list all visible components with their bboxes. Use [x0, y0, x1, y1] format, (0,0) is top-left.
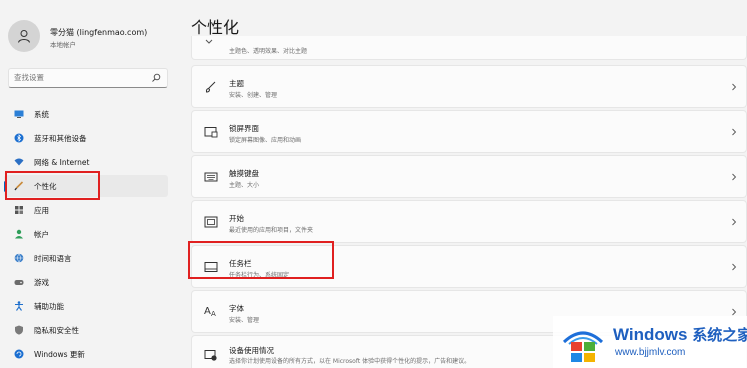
brush-icon	[14, 181, 24, 191]
sidebar-item-network[interactable]: 网络 & Internet	[4, 151, 168, 173]
page-title: 个性化	[191, 18, 240, 37]
card-title: 触摸键盘	[229, 169, 259, 178]
sidebar-item-bluetooth[interactable]: 蓝牙和其他设备	[4, 127, 168, 149]
card-title: 字体	[229, 304, 244, 313]
watermark-title-cn: 系统之家	[692, 327, 747, 344]
search-icon[interactable]	[151, 73, 161, 83]
avatar[interactable]	[8, 20, 40, 52]
update-icon	[14, 349, 24, 359]
sidebar-item-label: 系统	[34, 110, 49, 119]
card-subtitle: 安装、管理	[229, 317, 260, 324]
globe-icon	[14, 253, 24, 263]
chevron-right-icon	[732, 263, 737, 271]
card-title: 锁屏界面	[229, 124, 259, 133]
sidebar-item-personalization[interactable]: 个性化	[4, 175, 168, 197]
user-icon	[18, 30, 30, 43]
sidebar-item-time-language[interactable]: 时间和语言	[4, 247, 168, 269]
sidebar-item-label: 蓝牙和其他设备	[34, 134, 87, 143]
account-name: 零分猫 (lingfenmao.com)	[50, 28, 148, 37]
card-title: 任务栏	[229, 259, 252, 268]
person-icon	[15, 229, 23, 239]
account-type: 本地帐户	[50, 41, 76, 49]
sidebar-item-label: 应用	[34, 206, 49, 215]
card-title: 主题	[229, 79, 244, 88]
font-icon: A A	[204, 306, 216, 318]
lock-screen-icon	[204, 127, 218, 138]
watermark: Windows 系统之家 www.bjjmlv.com	[553, 316, 747, 368]
accessibility-icon	[15, 301, 23, 311]
keyboard-icon	[204, 172, 218, 182]
watermark-title: Windows 系统之家	[613, 324, 747, 345]
sidebar-item-label: Windows 更新	[34, 350, 85, 359]
taskbar-icon	[204, 262, 218, 272]
card-title: 设备使用情况	[229, 346, 274, 355]
windows-logo-icon	[562, 331, 604, 362]
watermark-url: www.bjjmlv.com	[615, 347, 686, 358]
sidebar-item-windows-update[interactable]: Windows 更新	[4, 343, 168, 365]
settings-card-themes[interactable]: 主题 安装、创建、管理	[191, 65, 747, 108]
card-subtitle: 主题、大小	[229, 182, 260, 189]
sidebar-item-privacy[interactable]: 隐私和安全性	[4, 319, 168, 341]
card-subtitle: 锁定屏幕图像、应用和动画	[229, 137, 302, 144]
card-title: 开始	[229, 214, 244, 223]
settings-card-taskbar[interactable]: 任务栏 任务栏行为、系统固定	[191, 245, 747, 288]
wifi-icon	[14, 158, 24, 166]
shield-icon	[15, 325, 23, 335]
card-subtitle: 任务栏行为、系统固定	[229, 272, 290, 279]
sidebar: 零分猫 (lingfenmao.com) 本地帐户 系统 蓝牙和其他设备 网络 …	[0, 0, 172, 368]
sidebar-item-label: 游戏	[34, 278, 49, 287]
card-subtitle: 最近使用的应用和项目，文件夹	[229, 227, 314, 234]
settings-card-colors[interactable]: 主题色、透明效果、对比主题	[191, 36, 747, 60]
sidebar-item-accounts[interactable]: 帐户	[4, 223, 168, 245]
chevron-right-icon	[732, 308, 737, 316]
bluetooth-icon	[14, 133, 24, 143]
card-subtitle: 选择你计划使用设备的所有方式，以在 Microsoft 体验中获得个性化的提示，…	[229, 358, 471, 365]
chevron-right-icon	[732, 83, 737, 91]
svg-text:A: A	[204, 306, 211, 317]
monitor-icon	[14, 110, 24, 118]
settings-card-start[interactable]: 开始 最近使用的应用和项目，文件夹	[191, 200, 747, 243]
settings-card-touch-keyboard[interactable]: 触摸键盘 主题、大小	[191, 155, 747, 198]
sidebar-item-label: 个性化	[34, 182, 57, 191]
device-usage-icon	[204, 350, 217, 361]
sidebar-item-label: 网络 & Internet	[34, 158, 90, 167]
sidebar-item-apps[interactable]: 应用	[4, 199, 168, 221]
card-subtitle: 主题色、透明效果、对比主题	[229, 48, 308, 55]
search-box[interactable]	[8, 68, 168, 88]
settings-card-lock-screen[interactable]: 锁屏界面 锁定屏幕图像、应用和动画	[191, 110, 747, 153]
sidebar-item-system[interactable]: 系统	[4, 103, 168, 125]
watermark-title-en: Windows	[613, 325, 688, 344]
sidebar-item-label: 辅助功能	[34, 302, 64, 311]
active-indicator	[4, 181, 7, 192]
chevron-down-icon	[205, 39, 213, 44]
sidebar-item-label: 时间和语言	[34, 254, 72, 263]
card-subtitle: 安装、创建、管理	[229, 92, 278, 99]
sidebar-item-gaming[interactable]: 游戏	[4, 271, 168, 293]
search-input[interactable]	[14, 73, 144, 82]
gamepad-icon	[14, 280, 24, 285]
sidebar-item-accessibility[interactable]: 辅助功能	[4, 295, 168, 317]
chevron-right-icon	[732, 128, 737, 136]
chevron-right-icon	[732, 173, 737, 181]
chevron-right-icon	[732, 218, 737, 226]
apps-icon	[15, 206, 23, 214]
svg-text:A: A	[211, 310, 216, 318]
sidebar-item-label: 隐私和安全性	[34, 326, 79, 335]
sidebar-item-label: 帐户	[34, 230, 49, 239]
account-header[interactable]: 零分猫 (lingfenmao.com) 本地帐户	[8, 20, 168, 54]
brush-icon	[205, 81, 216, 93]
start-icon	[204, 216, 218, 228]
